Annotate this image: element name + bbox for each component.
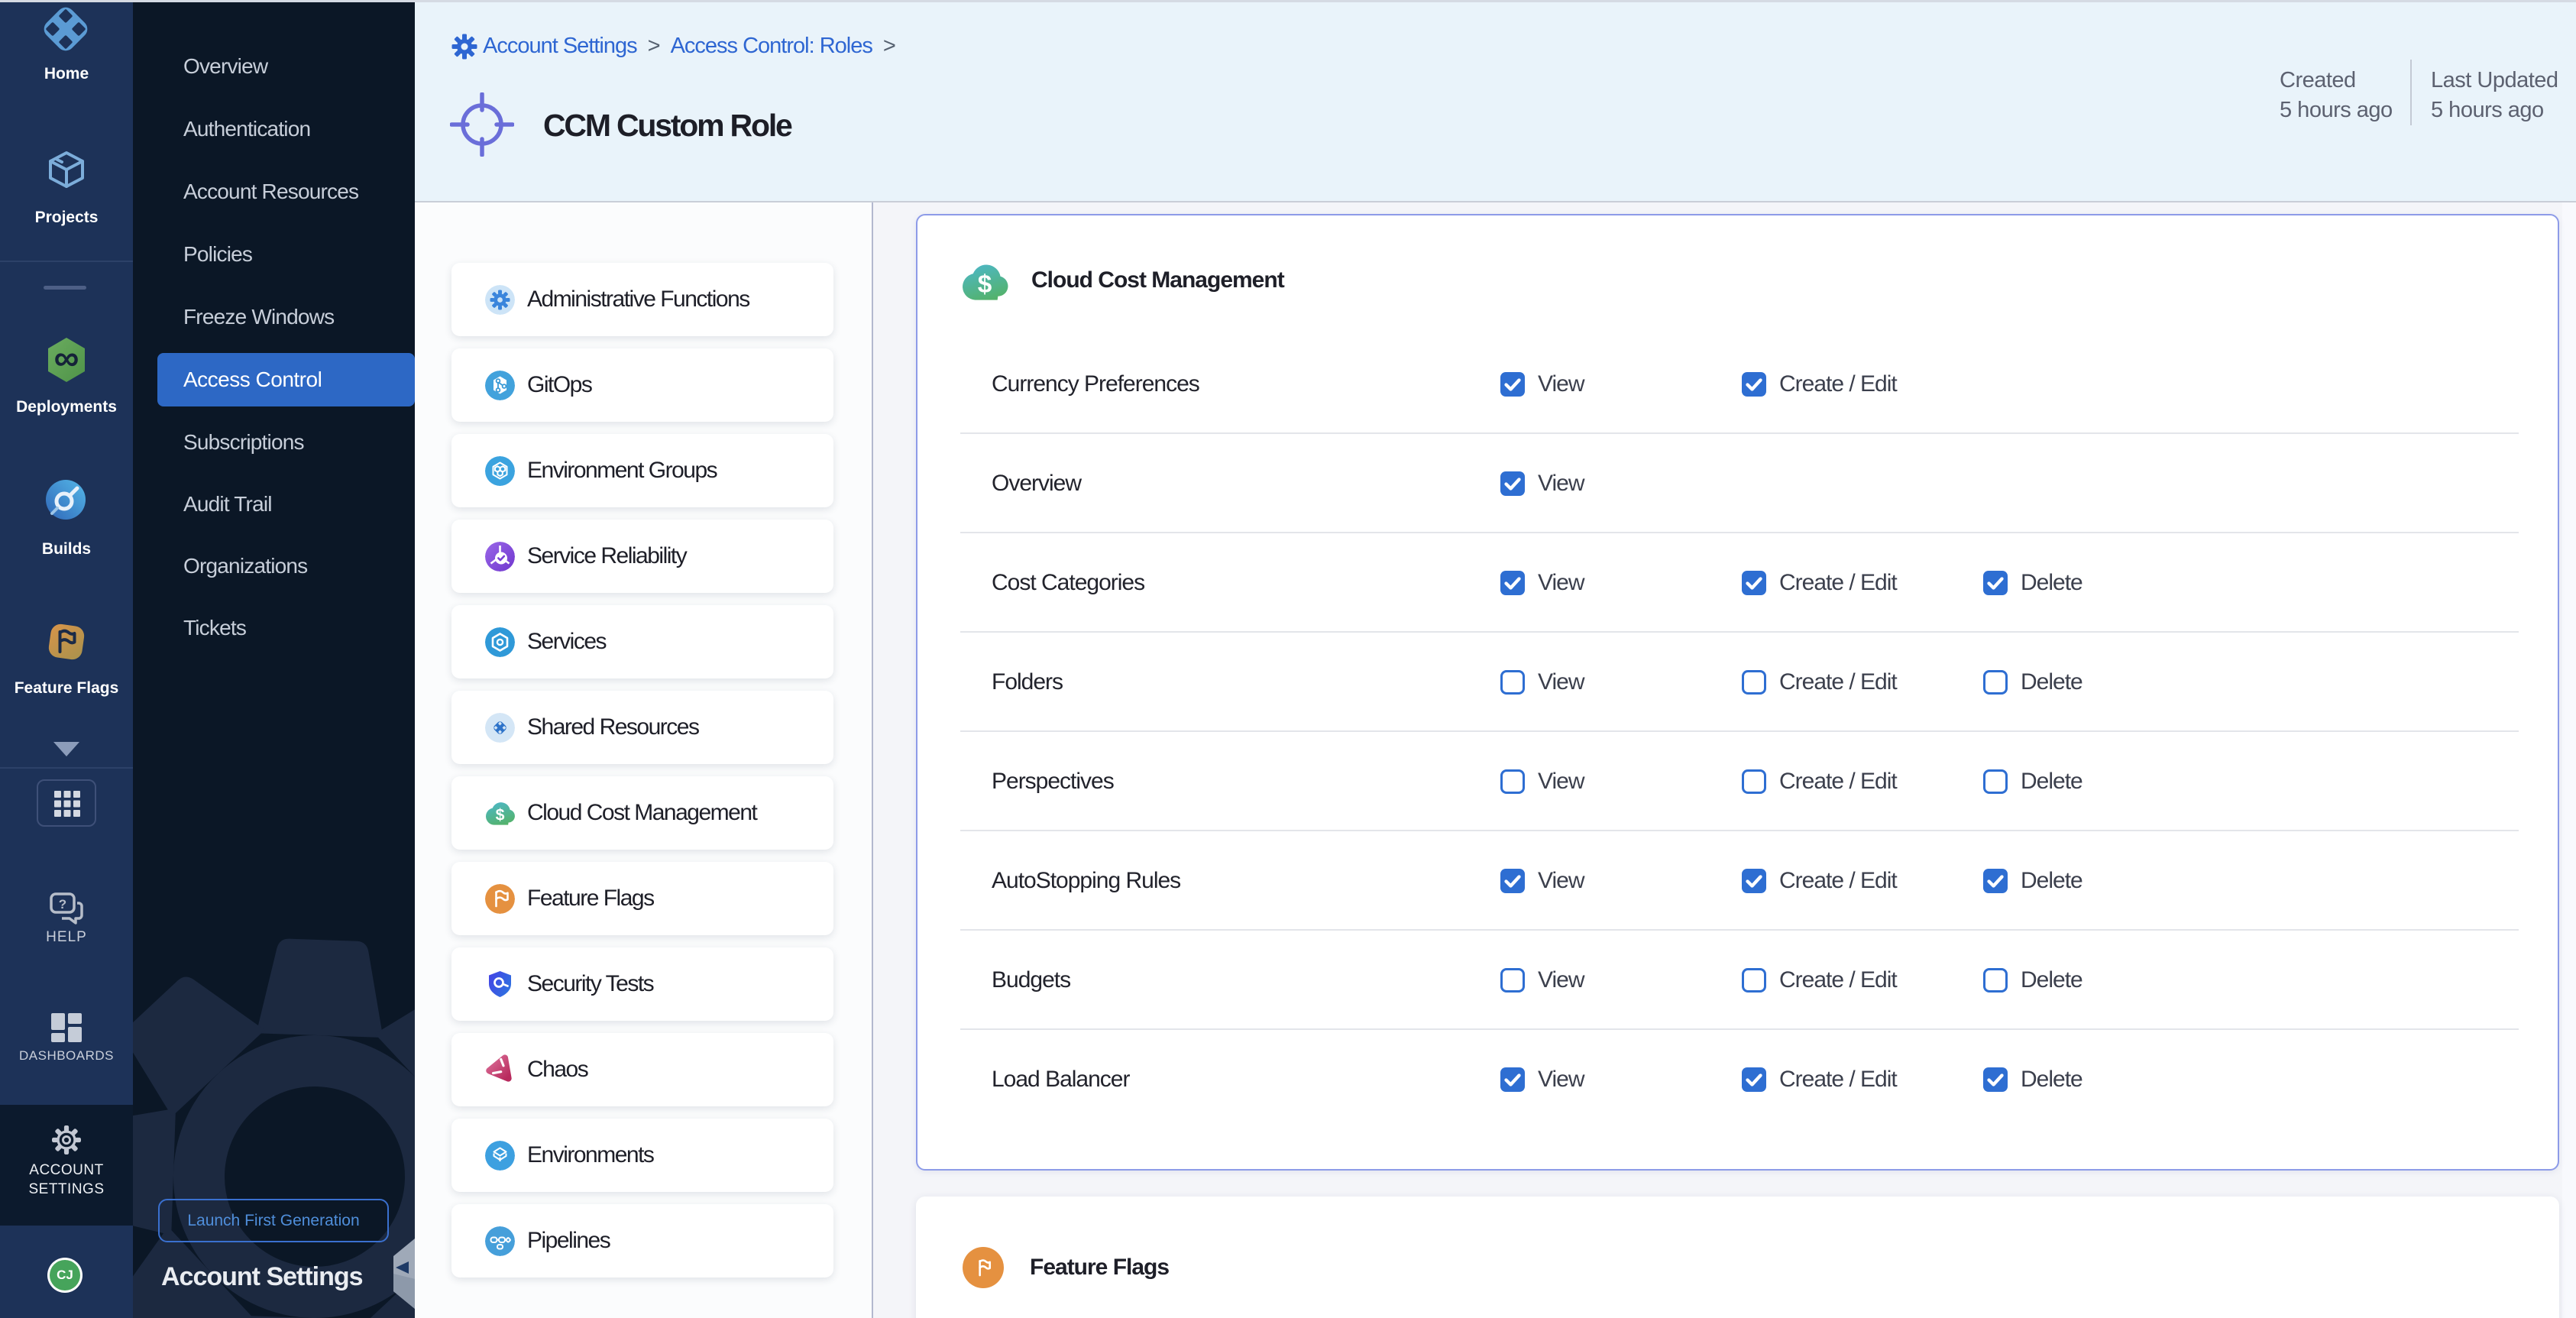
svg-text:∞: ∞	[54, 338, 79, 377]
svg-text:$: $	[496, 805, 505, 824]
svg-text:$: $	[978, 270, 992, 299]
svg-text:?: ?	[59, 897, 66, 912]
